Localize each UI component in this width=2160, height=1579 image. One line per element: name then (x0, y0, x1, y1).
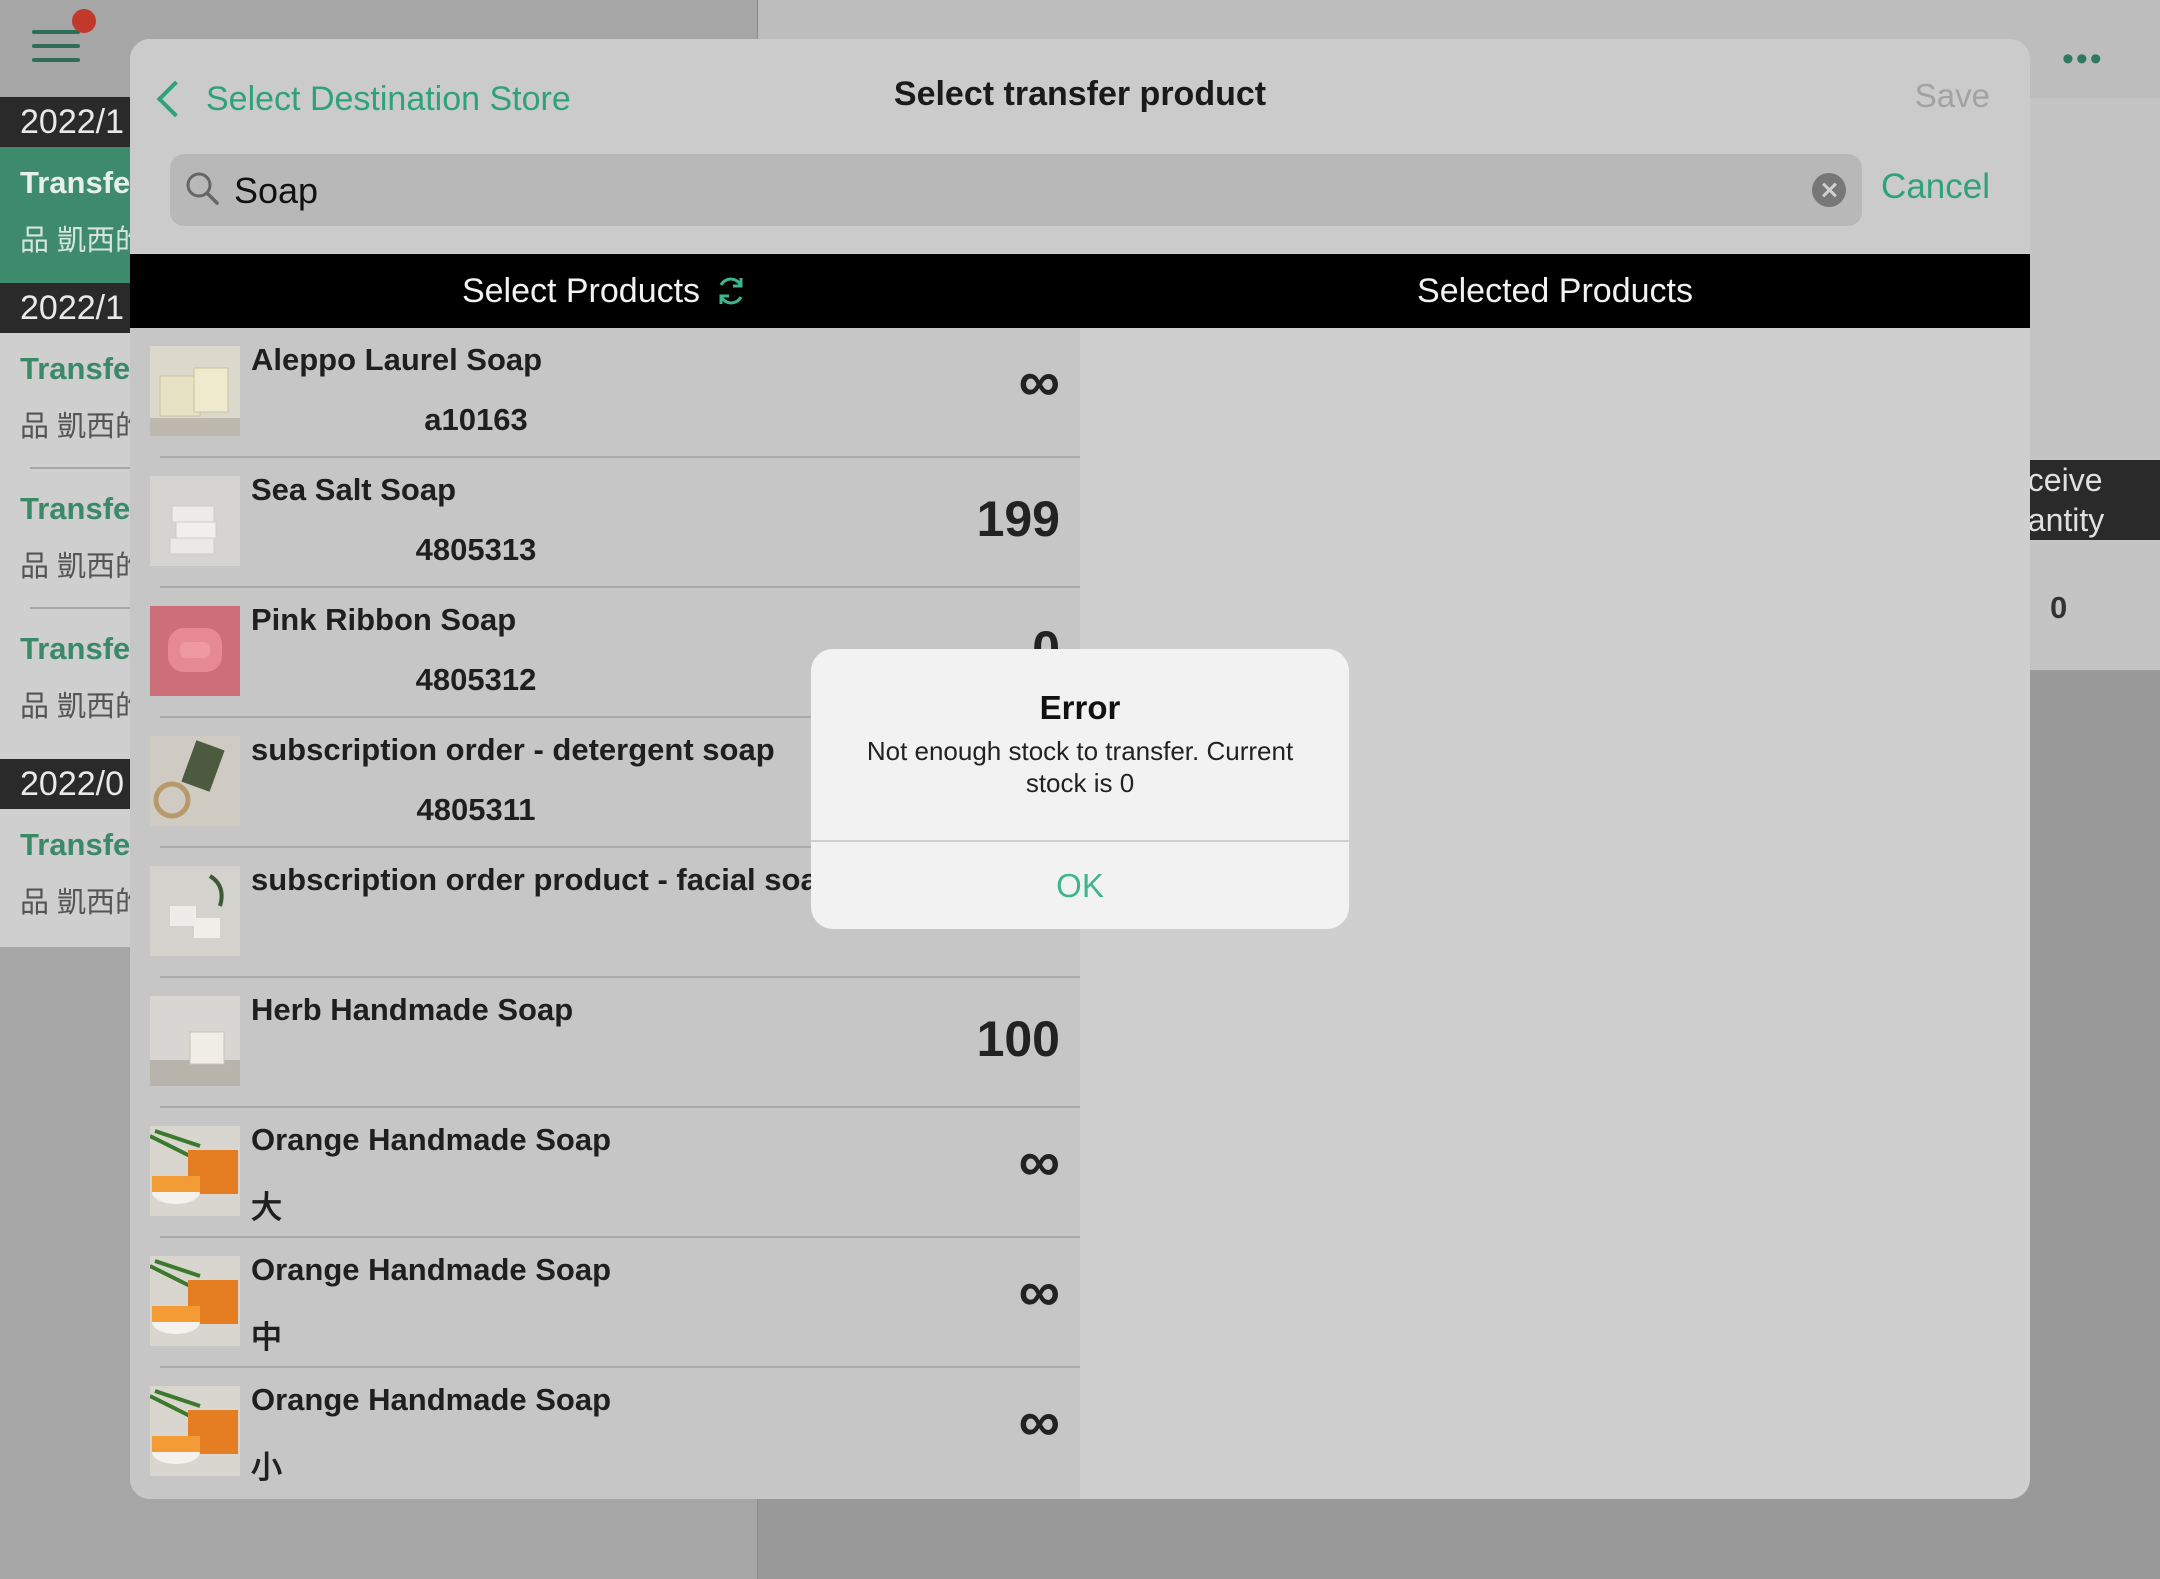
product-name: Herb Handmade Soap (251, 992, 574, 1027)
product-variant: 中 (251, 1320, 282, 1355)
product-name: Orange Handmade Soap (251, 1382, 612, 1417)
product-stock-quantity: ∞ (1018, 1259, 1060, 1324)
save-button[interactable]: Save (1915, 77, 1990, 115)
product-stock-quantity: ∞ (1018, 349, 1060, 414)
product-thumbnail-image (150, 346, 240, 436)
alert-title: Error (1039, 689, 1121, 726)
product-row[interactable]: Orange Handmade Soap 大 ∞ (130, 1108, 1080, 1238)
tab-selected-products[interactable]: Selected Products (1080, 254, 2030, 328)
product-thumbnail-image (150, 476, 240, 566)
product-tabs: Select Products Selected Products (130, 254, 2030, 328)
background-store-label: 品 凱西的 (20, 887, 145, 919)
tab-select-products[interactable]: Select Products (130, 254, 1080, 328)
notification-dot (72, 9, 96, 33)
product-row[interactable]: Orange Handmade Soap 小 ∞ (130, 1368, 1080, 1498)
background-store-label: 品 凱西的 (20, 691, 145, 723)
product-row[interactable]: Herb Handmade Soap 100 (130, 978, 1080, 1108)
tab-selected-products-label: Selected Products (1417, 271, 1693, 310)
alert-ok-button[interactable]: OK (811, 842, 1349, 929)
product-name: Orange Handmade Soap (251, 1252, 612, 1287)
background-transfer-title: Transfe (20, 827, 131, 862)
product-row[interactable]: Aleppo Laurel Soap a10163 ∞ (130, 328, 1080, 458)
product-thumbnail-image (150, 1386, 240, 1476)
background-store-label: 品 凱西的 (20, 411, 145, 443)
product-row[interactable]: Sea Salt Soap 4805313 199 (130, 458, 1080, 588)
search-input[interactable] (232, 154, 1776, 228)
page-title: Select transfer product (893, 75, 1267, 113)
background-transfer-title: Transfe (20, 165, 131, 200)
search-icon (186, 172, 219, 205)
background-store-label: 品 凱西的 (20, 225, 145, 257)
product-thumbnail-image (150, 606, 240, 696)
cancel-button[interactable]: Cancel (1881, 167, 1990, 207)
product-code: 4805311 (416, 792, 536, 827)
product-thumbnail-image (150, 1126, 240, 1216)
product-thumbnail-image (150, 736, 240, 826)
sheet-header: Select Destination Store Select transfer… (130, 39, 2030, 253)
product-stock-quantity: 199 (976, 491, 1060, 547)
clear-search-icon[interactable] (1812, 173, 1846, 207)
error-alert-dialog: Error Not enough stock to transfer. Curr… (811, 649, 1349, 929)
product-code: 4805313 (415, 532, 537, 567)
product-name: Sea Salt Soap (251, 472, 457, 507)
product-variant: 小 (251, 1450, 282, 1485)
product-stock-quantity: 100 (976, 1011, 1060, 1067)
more-options-icon: ••• (2062, 40, 2104, 78)
alert-message: Not enough stock to transfer. Current st… (866, 736, 1294, 798)
product-code: a10163 (424, 402, 528, 437)
product-variant: 大 (251, 1190, 282, 1225)
product-stock-quantity: ∞ (1018, 1389, 1060, 1454)
refresh-icon[interactable] (714, 274, 748, 308)
background-transfer-title: Transfe (20, 491, 131, 526)
product-code: 4805312 (415, 662, 537, 697)
product-name: subscription order - detergent soap (251, 732, 775, 767)
background-transfer-title: Transfe (20, 351, 131, 386)
product-thumbnail-image (150, 996, 240, 1086)
product-name: subscription order product - facial soap (251, 862, 837, 897)
product-name: Orange Handmade Soap (251, 1122, 612, 1157)
product-thumbnail-image (150, 866, 240, 956)
product-row[interactable]: Orange Handmade Soap 中 ∞ (130, 1238, 1080, 1368)
background-receive-quantity-value: 0 (2050, 590, 2068, 625)
product-name: Pink Ribbon Soap (251, 602, 517, 637)
product-name: Aleppo Laurel Soap (251, 342, 543, 377)
product-stock-quantity: ∞ (1018, 1129, 1060, 1194)
background-transfer-title: Transfe (20, 631, 131, 666)
tab-select-products-label: Select Products (461, 271, 701, 310)
hamburger-menu-icon (32, 30, 80, 66)
search-bar (170, 154, 1862, 228)
background-store-label: 品 凱西的 (20, 551, 145, 583)
product-thumbnail-image (150, 1256, 240, 1346)
